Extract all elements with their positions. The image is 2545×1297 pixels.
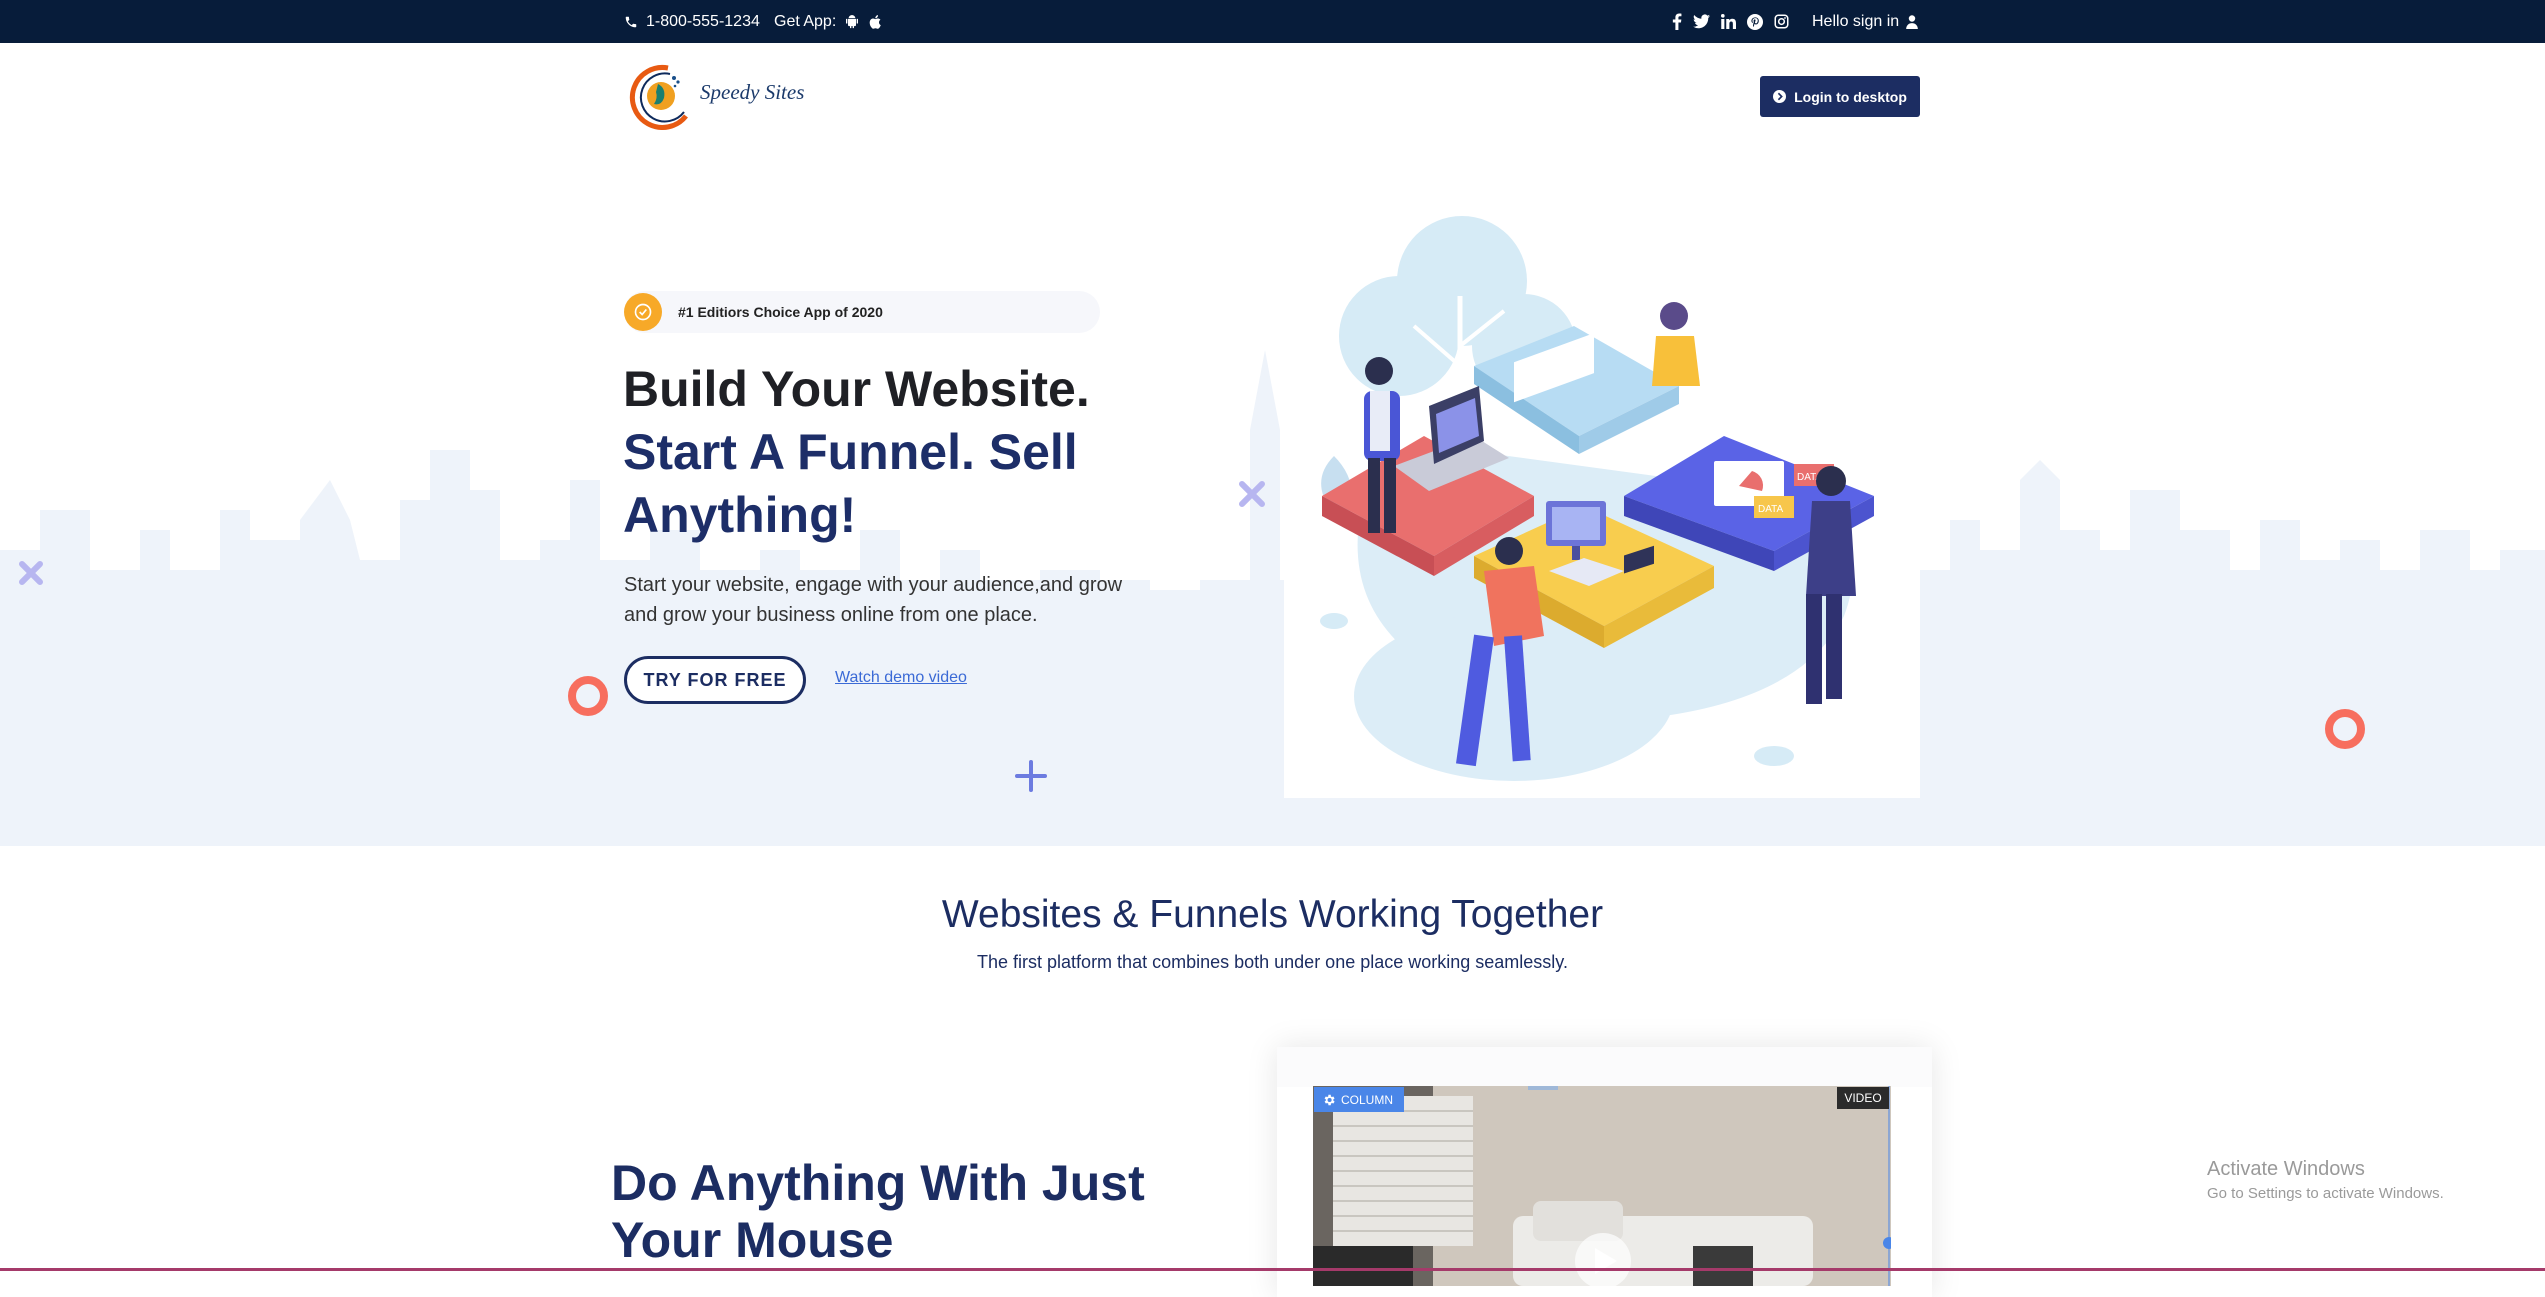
top-bar: 1-800-555-1234 Get App: Hello sign in: [0, 0, 2545, 43]
hero-title-line1: Build Your Website.: [623, 361, 1090, 417]
column-tag-label: COLUMN: [1341, 1092, 1394, 1107]
check-badge-icon: [624, 293, 662, 331]
video-preview[interactable]: [1313, 1086, 1891, 1286]
hero-title-line2: Start A Funnel. Sell Anything!: [623, 424, 1078, 543]
pinterest-icon[interactable]: [1747, 13, 1763, 30]
twitter-icon[interactable]: [1693, 14, 1710, 29]
hero-title: Build Your Website. Start A Funnel. Sell…: [623, 358, 1183, 547]
badge-text: #1 Editiors Choice App of 2020: [678, 304, 883, 320]
data-label: DATA: [1758, 504, 1784, 515]
column-tag[interactable]: COLUMN: [1314, 1087, 1404, 1112]
arrow-circle-right-icon: [1773, 90, 1787, 103]
sign-in-link[interactable]: Hello sign in: [1812, 0, 1918, 43]
instagram-icon[interactable]: [1774, 14, 1789, 29]
video-tag[interactable]: VIDEO: [1837, 1087, 1889, 1109]
room-scene-image: [1313, 1086, 1891, 1286]
login-to-desktop-button[interactable]: Login to desktop: [1760, 76, 1920, 117]
get-app: Get App:: [774, 0, 884, 43]
activate-windows-subtitle: Go to Settings to activate Windows.: [2207, 1185, 2444, 1202]
feature-title: Do Anything With Just Your Mouse: [611, 1155, 1145, 1268]
section-title: Websites & Funnels Working Together: [941, 893, 1604, 936]
facebook-icon[interactable]: [1672, 13, 1682, 30]
activate-windows-watermark: Activate Windows Go to Settings to activ…: [2207, 1158, 2444, 1202]
get-app-label: Get App:: [774, 12, 837, 30]
editors-choice-badge: #1 Editiors Choice App of 2020: [624, 291, 1100, 333]
apple-icon[interactable]: [868, 13, 884, 31]
section-subtitle: The first platform that combines both un…: [977, 952, 1568, 972]
hero-description: Start your website, engage with your aud…: [624, 574, 1123, 626]
skyline-background: [0, 350, 2545, 846]
sign-in-label: Hello sign in: [1812, 12, 1900, 30]
phone-contact[interactable]: 1-800-555-1234: [624, 0, 760, 43]
activate-windows-title: Activate Windows: [2207, 1158, 2365, 1180]
login-button-label: Login to desktop: [1794, 88, 1907, 105]
social-links: [1672, 0, 1789, 43]
try-for-free-button[interactable]: TRY FOR FREE: [624, 656, 806, 704]
user-icon: [1906, 14, 1918, 29]
hero-illustration: DATA DATA: [1284, 196, 1920, 798]
phone-icon: [625, 16, 637, 27]
logo-mark-icon: [629, 64, 688, 130]
gear-icon: [1324, 1094, 1335, 1105]
linkedin-icon[interactable]: [1721, 14, 1736, 29]
phone-number: 1-800-555-1234: [646, 12, 760, 30]
logo-text[interactable]: Speedy Sites: [700, 80, 804, 105]
android-icon[interactable]: [844, 13, 860, 30]
watch-demo-link[interactable]: Watch demo video: [835, 669, 967, 687]
card-header: [1277, 1047, 1932, 1087]
